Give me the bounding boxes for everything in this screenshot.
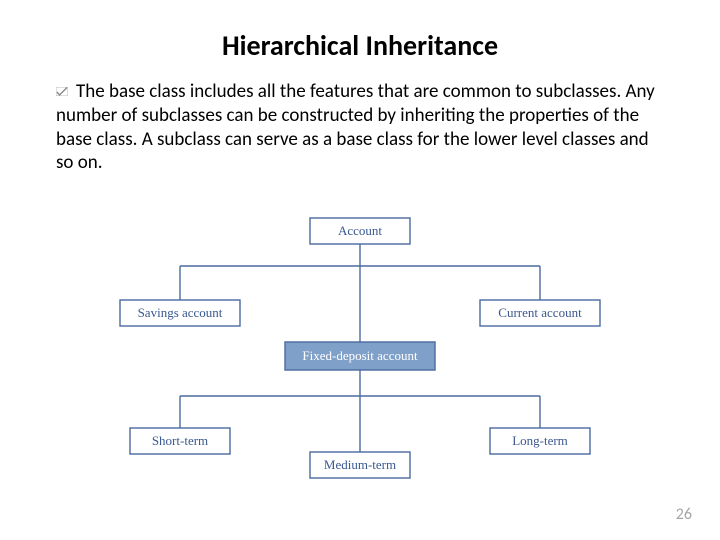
label-account: Account xyxy=(338,223,382,238)
slide-body: The base class includes all the features… xyxy=(56,80,656,175)
page-number: 26 xyxy=(676,505,692,524)
inheritance-diagram: Account Savings account Current account … xyxy=(0,208,720,508)
body-paragraph: The base class includes all the features… xyxy=(56,80,655,174)
label-medium-term: Medium-term xyxy=(324,457,396,472)
label-current: Current account xyxy=(498,305,582,320)
label-savings: Savings account xyxy=(138,305,223,320)
slide: Hierarchical Inheritance The base class … xyxy=(0,0,720,540)
label-long-term: Long-term xyxy=(512,433,568,448)
label-short-term: Short-term xyxy=(152,433,208,448)
label-fixed-deposit: Fixed-deposit account xyxy=(302,348,418,363)
slide-title: Hierarchical Inheritance xyxy=(0,28,720,63)
bullet-icon xyxy=(56,87,70,97)
